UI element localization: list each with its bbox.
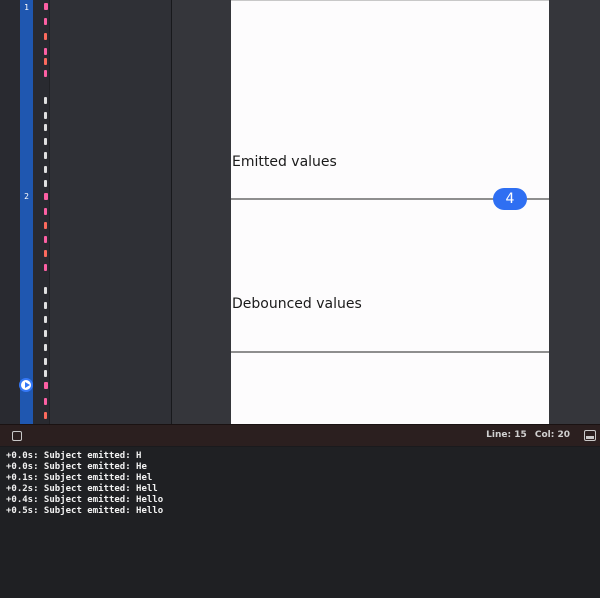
- results-sidebar: [49, 0, 172, 424]
- live-view-canvas: Emitted values 4 Debounced values: [231, 0, 549, 424]
- xcode-playground-window: 1 2 Emitted values 4 Debounced values Li…: [0, 0, 600, 598]
- bottom-panel-icon[interactable]: [584, 430, 596, 441]
- console-line: +0.0s: Subject emitted: H: [6, 451, 142, 461]
- execution-gutter[interactable]: [20, 0, 33, 424]
- console-line: +0.4s: Subject emitted: Hello: [6, 495, 164, 505]
- play-circle-icon[interactable]: [19, 378, 33, 392]
- debug-bar: Line: 15 Col: 20: [0, 424, 600, 447]
- code-editor[interactable]: 1 2: [0, 0, 172, 424]
- gutter-marker-2: 2: [24, 192, 29, 201]
- console-line: +0.1s: Subject emitted: Hel: [6, 473, 153, 483]
- debug-console[interactable]: +0.0s: Subject emitted: H +0.0s: Subject…: [0, 447, 600, 598]
- console-line: +0.5s: Subject emitted: Hello: [6, 506, 164, 516]
- square-icon[interactable]: [12, 431, 22, 441]
- debounced-values-label: Debounced values: [232, 296, 362, 312]
- console-line: +0.2s: Subject emitted: Hell: [6, 484, 158, 494]
- line-indicator: Line: 15: [486, 430, 527, 440]
- gutter-marker-1: 1: [24, 3, 29, 12]
- emitted-value-marble: 4: [493, 188, 527, 210]
- cursor-position: Line: 15 Col: 20: [481, 430, 570, 440]
- console-line: +0.0s: Subject emitted: He: [6, 462, 147, 472]
- emitted-values-label: Emitted values: [232, 154, 337, 170]
- console-output: +0.0s: Subject emitted: H +0.0s: Subject…: [6, 451, 163, 517]
- column-indicator: Col: 20: [534, 430, 570, 440]
- debounced-values-timeline: [231, 351, 549, 353]
